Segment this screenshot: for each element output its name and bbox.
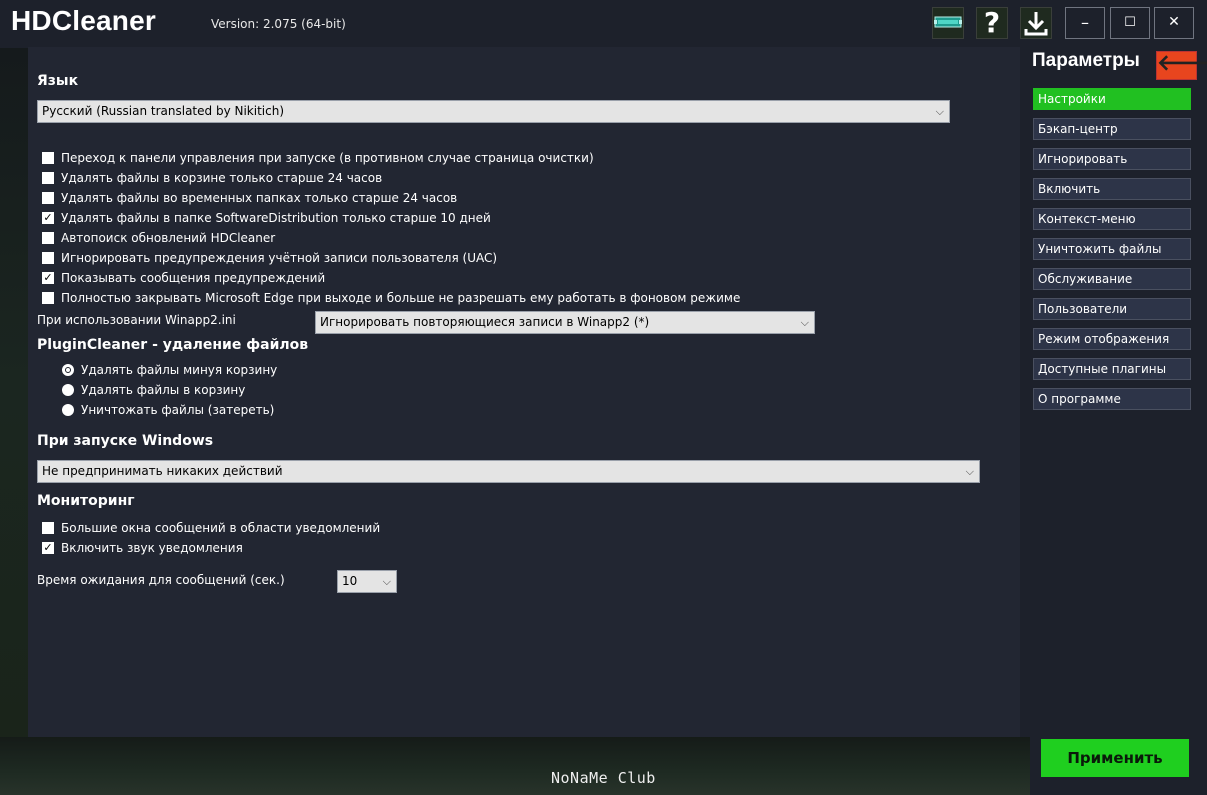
radio-label: Уничтожать файлы (затереть) [81, 403, 275, 417]
option-label: Удалять файлы в папке SoftwareDistributi… [61, 211, 491, 225]
timeout-label: Время ожидания для сообщений (сек.) [37, 573, 285, 587]
option-label: Игнорировать предупреждения учётной запи… [61, 251, 498, 265]
radio-icon[interactable] [62, 384, 74, 396]
monitor-icon[interactable] [932, 7, 964, 39]
sidebar-item-include[interactable]: Включить [1033, 178, 1191, 200]
monitoring-title: Мониторинг [37, 493, 135, 509]
sidebar-item-maintenance[interactable]: Обслуживание [1033, 268, 1191, 290]
plugincleaner-title: PluginCleaner - удаление файлов [37, 337, 309, 353]
language-select-value: Русский (Russian translated by Nikitich) [42, 104, 284, 118]
watermark: NoNaMe Club [551, 769, 656, 787]
sidebar-item-backup-center[interactable]: Бэкап-центр [1033, 118, 1191, 140]
radio-label: Удалять файлы минуя корзину [81, 363, 278, 377]
help-icon[interactable]: ? [976, 7, 1008, 39]
checkbox-box[interactable] [42, 192, 54, 204]
app-title: HDCleaner [11, 5, 156, 36]
option-label: Переход к панели управления при запуске … [61, 151, 594, 165]
checkbox-box[interactable] [42, 522, 54, 534]
checkbox-box[interactable] [42, 252, 54, 264]
option-label: Включить звук уведомления [61, 541, 243, 555]
background-edge-left [0, 47, 28, 795]
winapp-select-value: Игнорировать повторяющиеся записи в Wina… [320, 315, 650, 329]
checkbox-box[interactable] [42, 172, 54, 184]
sidebar-item-context-menu[interactable]: Контекст-меню [1033, 208, 1191, 230]
option-label: Удалять файлы во временных папках только… [61, 191, 458, 205]
version-label: Version: 2.075 (64-bit) [211, 17, 346, 31]
checkbox-box[interactable] [42, 152, 54, 164]
option-label: Автопоиск обновлений HDCleaner [61, 231, 276, 245]
chevron-down-icon: ⌵ [800, 316, 809, 329]
radio-label: Удалять файлы в корзину [81, 383, 246, 397]
radio-icon[interactable] [62, 404, 74, 416]
sidebar-item-shred-files[interactable]: Уничтожить файлы [1033, 238, 1191, 260]
checkbox-box-checked[interactable]: ✓ [42, 212, 54, 224]
startup-select[interactable]: Не предпринимать никаких действий ⌵ [37, 460, 980, 483]
winapp-label: При использовании Winapp2.ini [37, 313, 236, 327]
timeout-select[interactable]: 10 ⌵ [337, 570, 397, 593]
download-icon[interactable] [1020, 7, 1052, 39]
option-label: Удалять файлы в корзине только старше 24… [61, 171, 383, 185]
chevron-down-icon: ⌵ [965, 465, 974, 478]
sidebar-title: Параметры [1032, 50, 1140, 71]
chevron-down-icon: ⌵ [382, 575, 391, 588]
startup-select-value: Не предпринимать никаких действий [42, 464, 283, 478]
language-title: Язык [37, 73, 79, 89]
close-button[interactable]: ✕ [1154, 7, 1194, 39]
title-bar: HDCleaner Version: 2.075 (64-bit) ? – ☐ … [0, 0, 1207, 48]
timeout-select-value: 10 [342, 574, 358, 588]
sidebar-item-available-plugins[interactable]: Доступные плагины [1033, 358, 1191, 380]
checkbox-box[interactable] [42, 232, 54, 244]
chevron-down-icon: ⌵ [935, 105, 944, 118]
sidebar-item-users[interactable]: Пользователи [1033, 298, 1191, 320]
option-label: Показывать сообщения предупреждений [61, 271, 326, 285]
option-label: Большие окна сообщений в области уведомл… [61, 521, 381, 535]
winapp-select[interactable]: Игнорировать повторяющиеся записи в Wina… [315, 311, 815, 334]
apply-button[interactable]: Применить [1041, 739, 1189, 777]
sidebar-item-display-mode[interactable]: Режим отображения [1033, 328, 1191, 350]
radio-selected-icon[interactable] [62, 364, 74, 376]
checkbox-box[interactable] [42, 292, 54, 304]
checkbox-box-checked[interactable]: ✓ [42, 272, 54, 284]
background-edge-bottom [0, 737, 1030, 795]
maximize-button[interactable]: ☐ [1110, 7, 1150, 39]
startup-title: При запуске Windows [37, 433, 214, 449]
back-arrow-icon[interactable]: 🡐 [1156, 51, 1207, 80]
option-label: Полностью закрывать Microsoft Edge при в… [61, 291, 741, 305]
checkbox-box-checked[interactable]: ✓ [42, 542, 54, 554]
minimize-button[interactable]: – [1065, 7, 1105, 39]
sidebar-item-ignore[interactable]: Игнорировать [1033, 148, 1191, 170]
sidebar-item-about[interactable]: О программе [1033, 388, 1191, 410]
sidebar-item-settings[interactable]: Настройки [1033, 88, 1191, 110]
language-select[interactable]: Русский (Russian translated by Nikitich)… [37, 100, 950, 123]
